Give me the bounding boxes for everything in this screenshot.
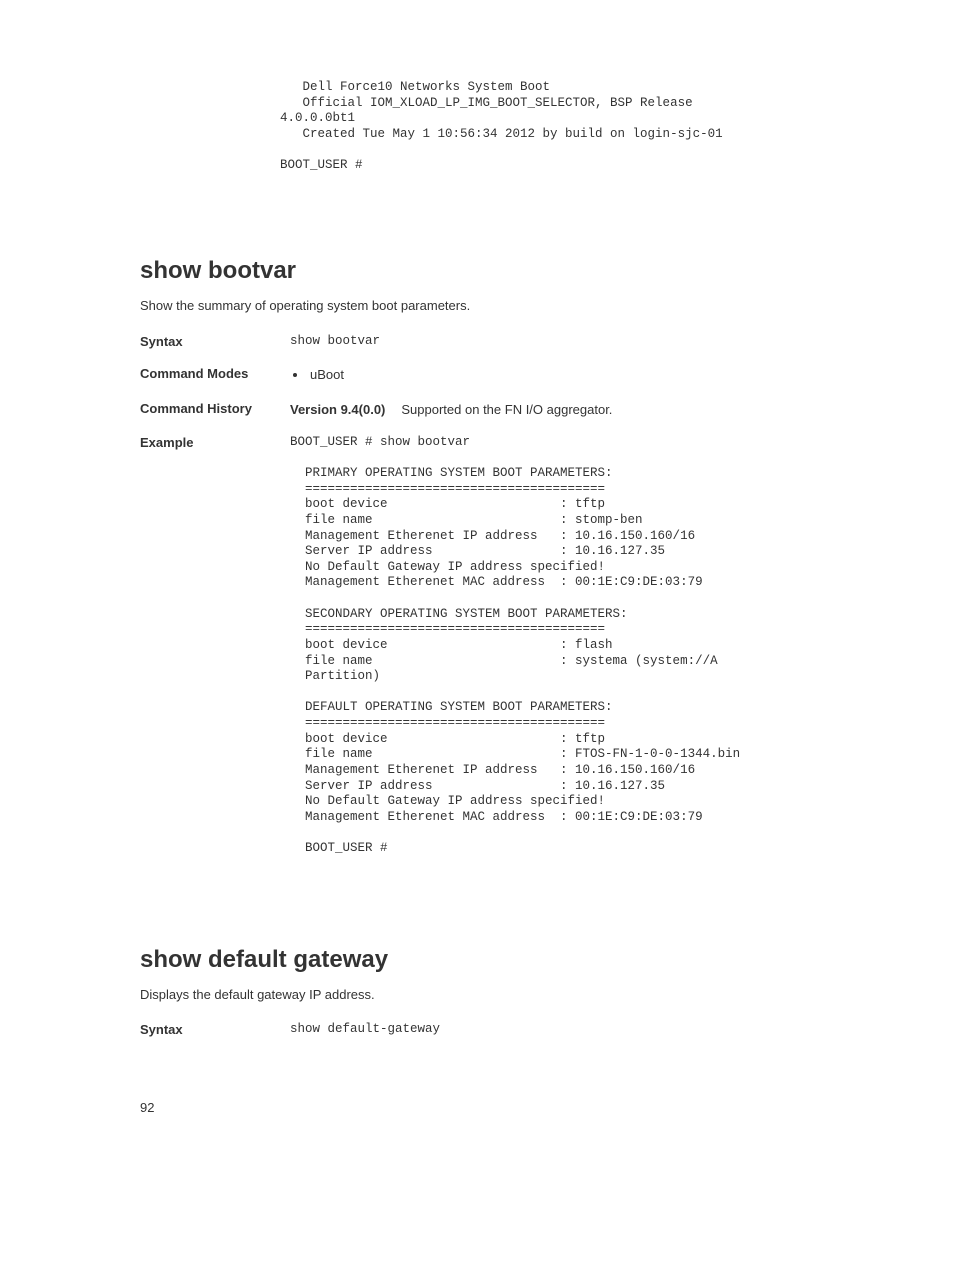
- row-modes: Command Modes uBoot: [140, 366, 854, 384]
- intro-code: Dell Force10 Networks System Boot Offici…: [280, 80, 854, 174]
- section-desc: Show the summary of operating system boo…: [140, 297, 854, 315]
- page-number: 92: [140, 1099, 854, 1117]
- row-example: Example BOOT_USER # show bootvar PRIMARY…: [140, 435, 854, 857]
- label-modes: Command Modes: [140, 366, 290, 383]
- label-syntax: Syntax: [140, 334, 290, 351]
- content-history: Version 9.4(0.0) Supported on the FN I/O…: [290, 401, 854, 419]
- syntax-code: show bootvar: [290, 334, 854, 350]
- version-label: Version 9.4(0.0): [290, 401, 385, 419]
- content-syntax2: show default-gateway: [290, 1022, 854, 1038]
- syntax2-code: show default-gateway: [290, 1022, 854, 1038]
- content-syntax: show bootvar: [290, 334, 854, 350]
- version-text: Supported on the FN I/O aggregator.: [401, 401, 612, 419]
- section2-desc: Displays the default gateway IP address.: [140, 986, 854, 1004]
- heading-show-bootvar: show bootvar: [140, 254, 854, 288]
- row-syntax2: Syntax show default-gateway: [140, 1022, 854, 1039]
- modes-list: uBoot: [290, 366, 854, 384]
- row-history: Command History Version 9.4(0.0) Support…: [140, 401, 854, 419]
- label-example: Example: [140, 435, 290, 452]
- label-history: Command History: [140, 401, 290, 418]
- label-syntax2: Syntax: [140, 1022, 290, 1039]
- heading-show-default-gateway: show default gateway: [140, 943, 854, 977]
- content-example: BOOT_USER # show bootvar PRIMARY OPERATI…: [290, 435, 854, 857]
- content-modes: uBoot: [290, 366, 854, 384]
- version-line: Version 9.4(0.0) Supported on the FN I/O…: [290, 401, 854, 419]
- intro-code-block: Dell Force10 Networks System Boot Offici…: [280, 80, 854, 174]
- row-syntax: Syntax show bootvar: [140, 334, 854, 351]
- example-code: BOOT_USER # show bootvar PRIMARY OPERATI…: [290, 435, 854, 857]
- modes-item: uBoot: [308, 366, 854, 384]
